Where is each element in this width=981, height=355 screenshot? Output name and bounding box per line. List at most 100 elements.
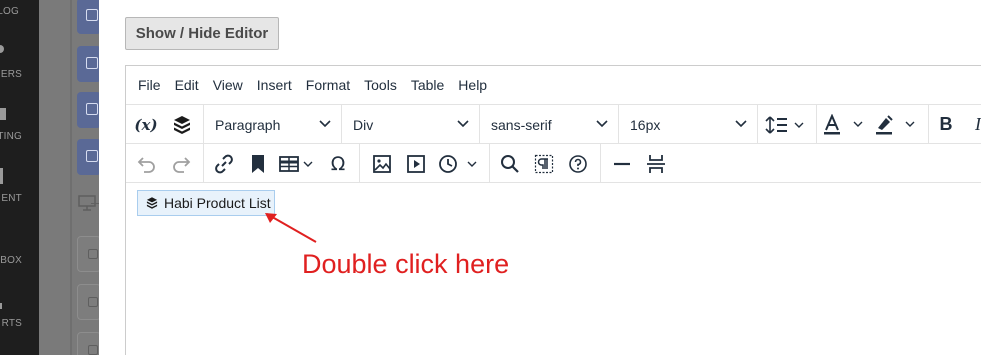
panel-tile-3[interactable] <box>77 92 101 128</box>
list-icon <box>86 103 98 115</box>
table-icon <box>279 155 313 172</box>
editor-toolbar-formatting: (x) Paragraph Div sans-serif 16px B I <box>126 105 981 144</box>
image-icon <box>373 154 391 173</box>
panel-tile-4[interactable] <box>77 139 101 175</box>
toolbar-separator <box>203 144 204 183</box>
habi-product-list-widget[interactable]: Habi Product List <box>137 190 275 216</box>
menu-tools[interactable]: Tools <box>364 77 397 93</box>
list-icon <box>86 57 98 69</box>
link-button[interactable] <box>210 150 238 177</box>
database-icon <box>88 345 98 355</box>
container-value: Div <box>353 116 374 133</box>
search-replace-button[interactable] <box>496 150 524 177</box>
panel-tile-play[interactable] <box>77 284 101 320</box>
highlight-color-button[interactable] <box>872 111 922 138</box>
insert-media-button[interactable] <box>402 150 430 177</box>
media-play-icon <box>407 154 425 173</box>
bookmark-button[interactable] <box>244 150 272 177</box>
menu-edit[interactable]: Edit <box>175 77 199 93</box>
rich-text-editor: File Edit View Insert Format Tools Table… <box>125 65 981 355</box>
main-content: Show / Hide Editor File Edit View Insert… <box>99 0 981 355</box>
insert-datetime-button[interactable] <box>436 150 484 177</box>
sidebar-item-label: YBOX <box>0 255 22 266</box>
panel-divider <box>70 0 72 355</box>
panel-tile-code[interactable] <box>77 236 101 272</box>
bold-icon: B <box>939 114 953 134</box>
annotation-arrow <box>265 213 317 243</box>
panel-tile-2[interactable] <box>77 46 101 82</box>
content-icon <box>0 168 3 184</box>
font-family-select[interactable]: sans-serif <box>479 105 618 144</box>
line-height-button[interactable] <box>763 111 811 138</box>
play-icon <box>88 297 98 307</box>
menu-format[interactable]: Format <box>306 77 350 93</box>
font-family-value: sans-serif <box>491 116 552 133</box>
toolbar-separator <box>600 144 601 183</box>
italic-icon: I <box>975 114 981 134</box>
container-select[interactable]: Div <box>341 105 479 144</box>
panel-tile-db[interactable] <box>77 332 101 355</box>
undo-icon <box>137 156 155 173</box>
chevron-down-icon <box>735 120 747 128</box>
italic-button[interactable]: I <box>968 111 981 138</box>
bookmark-icon <box>252 154 264 173</box>
undo-button[interactable] <box>132 150 160 177</box>
sidebar-item-label: MERS <box>0 69 22 80</box>
code-icon <box>88 249 98 259</box>
omega-icon: Ω <box>330 152 346 175</box>
menu-file[interactable]: File <box>138 77 161 93</box>
bold-button[interactable]: B <box>932 111 960 138</box>
toolbar-separator <box>757 105 758 144</box>
editor-menubar: File Edit View Insert Format Tools Table… <box>126 66 981 105</box>
panel-icon <box>86 9 98 21</box>
menu-table[interactable]: Table <box>411 77 444 93</box>
desktop-icon <box>86 150 98 162</box>
customers-icon <box>0 45 4 53</box>
help-button[interactable] <box>564 150 592 177</box>
text-color-icon <box>824 113 863 134</box>
sidebar-item-label: TING <box>0 131 22 142</box>
sidebar-item-label: RTS <box>1 318 22 329</box>
search-icon <box>501 154 519 173</box>
admin-sidebar: LOG MERS TING ENT YBOX RTS <box>0 0 39 355</box>
menu-help[interactable]: Help <box>458 77 487 93</box>
highlighter-icon <box>876 114 915 134</box>
annotation-text: Double click here <box>302 249 510 279</box>
line-height-icon <box>765 115 804 134</box>
horizontal-line-button[interactable] <box>608 150 636 177</box>
link-icon <box>215 154 233 173</box>
marketing-icon <box>0 108 6 120</box>
text-color-button[interactable] <box>820 111 870 138</box>
clock-icon <box>439 154 477 173</box>
panel-tile-1[interactable] <box>77 0 101 34</box>
table-button[interactable] <box>276 150 320 177</box>
chevron-down-icon <box>319 120 331 128</box>
widget-label: Habi Product List <box>164 195 271 211</box>
page-break-button[interactable] <box>642 150 670 177</box>
box-stack-icon <box>174 115 190 134</box>
toolbar-separator <box>928 105 929 144</box>
page-break-icon <box>647 154 665 173</box>
redo-icon <box>173 156 191 173</box>
show-hide-editor-button[interactable]: Show / Hide Editor <box>125 17 279 50</box>
block-format-value: Paragraph <box>215 116 281 133</box>
box-stack-icon <box>146 197 158 209</box>
editor-content-area[interactable]: Habi Product List Double click here <box>126 183 981 355</box>
redo-button[interactable] <box>168 150 196 177</box>
variable-button[interactable]: (x) <box>132 111 160 138</box>
chevron-down-icon <box>596 120 608 128</box>
habi-widget-button[interactable] <box>168 111 196 138</box>
horizontal-rule-icon <box>614 162 630 165</box>
block-format-select[interactable]: Paragraph <box>203 105 341 144</box>
reports-icon <box>0 303 2 309</box>
font-size-select[interactable]: 16px <box>618 105 757 144</box>
show-blocks-button[interactable] <box>530 150 558 177</box>
insert-image-button[interactable] <box>368 150 396 177</box>
special-character-button[interactable]: Ω <box>324 150 352 177</box>
secondary-panel <box>39 0 101 355</box>
menu-insert[interactable]: Insert <box>257 77 292 93</box>
chevron-down-icon <box>457 120 469 128</box>
menu-view[interactable]: View <box>213 77 243 93</box>
sidebar-item-label: LOG <box>0 6 19 17</box>
help-icon <box>569 154 587 173</box>
